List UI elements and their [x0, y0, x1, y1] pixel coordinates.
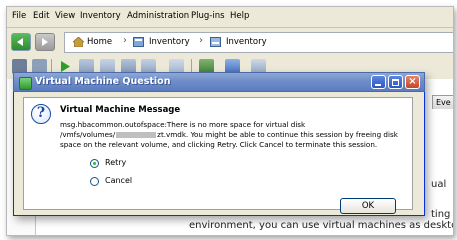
message-title: Virtual Machine Message: [60, 105, 181, 115]
cancel-radio[interactable]: [90, 177, 99, 186]
maximize-icon[interactable]: [388, 75, 403, 89]
home-icon[interactable]: [73, 37, 84, 47]
ok-button[interactable]: OK: [340, 198, 396, 214]
dialog-title: Virtual Machine Question: [35, 76, 171, 87]
menu-administration[interactable]: Administration: [127, 11, 189, 21]
menu-help[interactable]: Help: [230, 11, 249, 21]
message-path-suffix: zt.vmdk. You might be able to continue t…: [157, 130, 398, 139]
message-line-3: space on the relevant volume, and clicki…: [60, 140, 378, 149]
breadcrumb-separator: ›: [199, 35, 203, 46]
question-icon: ?: [31, 104, 51, 124]
menu-bar: File Edit View Inventory Administration …: [7, 7, 453, 28]
redacted-text: [116, 132, 157, 138]
inventory-icon: [133, 37, 144, 47]
menu-plugins[interactable]: Plug-ins: [191, 11, 225, 21]
message-line-2: /vmfs/volumes/zt.vmdk. You might be able…: [60, 130, 398, 139]
tab-events[interactable]: Eve: [432, 95, 453, 109]
background-text: ting: [431, 209, 451, 220]
navigation-bar: Home › Inventory › Inventory: [7, 28, 453, 56]
inventory-icon: [210, 37, 221, 47]
message-path-prefix: /vmfs/volumes/: [60, 130, 116, 139]
breadcrumb-inventory-1[interactable]: Inventory: [149, 37, 190, 47]
back-arrow-icon[interactable]: [11, 33, 31, 51]
virtual-machine-question-dialog: Virtual Machine Question × ? Virtual Mac…: [13, 72, 425, 216]
menu-edit[interactable]: Edit: [33, 11, 49, 21]
message-line-1: msg.hbacommon.outofspace:There is no mor…: [60, 120, 306, 129]
breadcrumb-home[interactable]: Home: [87, 37, 112, 47]
cancel-label[interactable]: Cancel: [105, 176, 132, 185]
menu-inventory[interactable]: Inventory: [80, 11, 121, 21]
retry-radio[interactable]: [90, 159, 99, 168]
breadcrumb-inventory-2[interactable]: Inventory: [226, 37, 267, 47]
menu-file[interactable]: File: [12, 11, 26, 21]
background-text: environment, you can use virtual machine…: [189, 220, 454, 231]
dialog-body: ? Virtual Machine Message msg.hbacommon.…: [23, 97, 413, 210]
breadcrumb-separator: ›: [123, 35, 127, 46]
breadcrumb: Home › Inventory › Inventory: [64, 32, 453, 53]
dialog-title-bar[interactable]: Virtual Machine Question ×: [13, 72, 425, 92]
close-icon[interactable]: ×: [405, 75, 420, 89]
background-text: ual: [431, 179, 447, 190]
forward-arrow-icon[interactable]: [35, 33, 55, 51]
retry-label[interactable]: Retry: [105, 158, 126, 167]
minimize-icon[interactable]: [371, 75, 386, 89]
vm-icon: [19, 77, 32, 90]
menu-view[interactable]: View: [55, 11, 75, 21]
